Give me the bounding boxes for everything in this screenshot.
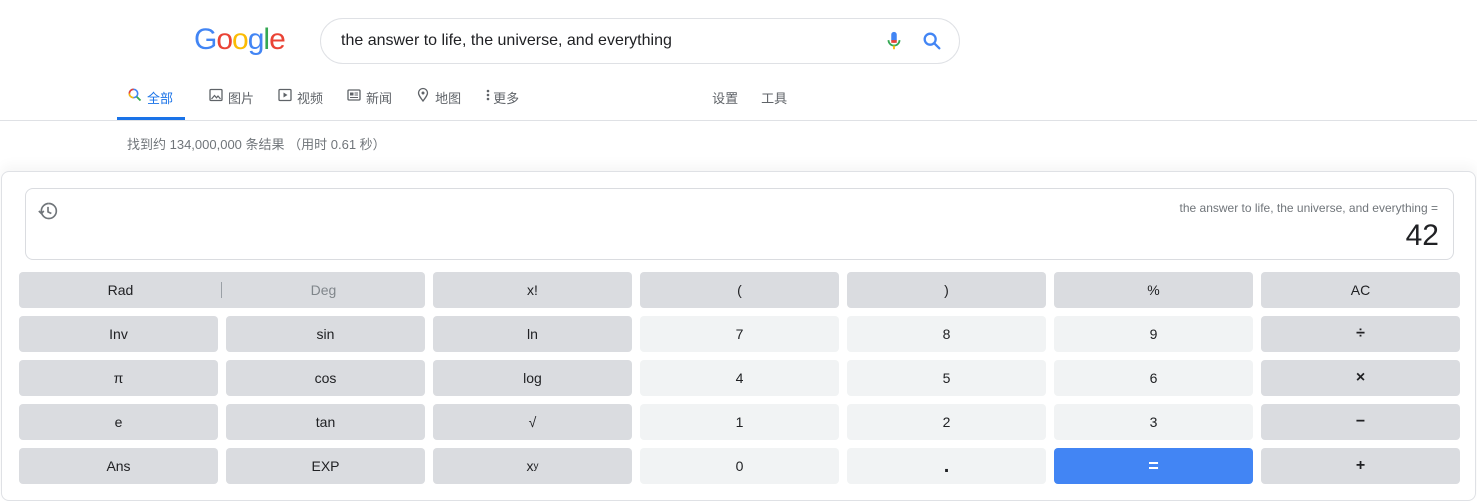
angle-mode-toggle: Rad Deg (19, 272, 425, 308)
ln-key[interactable]: ln (433, 316, 632, 352)
minus-key[interactable]: − (1261, 404, 1460, 440)
cos-key[interactable]: cos (226, 360, 425, 396)
calculator-result: 42 (1405, 219, 1439, 252)
decimal-point-key[interactable]: . (847, 448, 1046, 484)
tab-tools[interactable]: 工具 (761, 82, 787, 118)
mic-icon[interactable] (883, 30, 905, 52)
tab-all[interactable]: 全部 (117, 82, 186, 120)
search-icon[interactable] (921, 30, 943, 52)
logo-letter: o (216, 23, 233, 56)
video-icon (278, 88, 292, 102)
calculator-card: the answer to life, the universe, and ev… (1, 171, 1476, 501)
tab-images[interactable]: 图片 (208, 82, 254, 118)
digit-7-key[interactable]: 7 (640, 316, 839, 352)
calculator-expression: the answer to life, the universe, and ev… (1179, 201, 1439, 215)
tab-videos[interactable]: 视频 (277, 82, 323, 118)
answer-key[interactable]: Ans (19, 448, 218, 484)
left-paren-key[interactable]: ( (640, 272, 839, 308)
power-key[interactable]: xy (433, 448, 632, 484)
tab-more[interactable]: 更多 (484, 82, 519, 118)
all-clear-key[interactable]: AC (1261, 272, 1460, 308)
history-icon[interactable] (38, 201, 58, 221)
digit-9-key[interactable]: 9 (1054, 316, 1253, 352)
plus-key[interactable]: + (1261, 448, 1460, 484)
logo-letter: e (269, 23, 286, 56)
digit-0-key[interactable]: 0 (640, 448, 839, 484)
pi-key[interactable]: π (19, 360, 218, 396)
e-key[interactable]: e (19, 404, 218, 440)
search-box (320, 18, 960, 64)
digit-5-key[interactable]: 5 (847, 360, 1046, 396)
digit-4-key[interactable]: 4 (640, 360, 839, 396)
tab-label: 设置 (712, 91, 739, 106)
digit-3-key[interactable]: 3 (1054, 404, 1253, 440)
logo-letter: g (247, 23, 265, 56)
equals-key[interactable]: = (1054, 448, 1253, 484)
more-vert-icon (486, 89, 490, 101)
exp-key[interactable]: EXP (226, 448, 425, 484)
google-logo[interactable]: Google (194, 20, 286, 60)
log-key[interactable]: log (433, 360, 632, 396)
tab-label: 更多 (493, 91, 520, 106)
digit-1-key[interactable]: 1 (640, 404, 839, 440)
deg-button[interactable]: Deg (222, 272, 425, 308)
factorial-key[interactable]: x! (433, 272, 632, 308)
tab-label: 工具 (761, 91, 788, 106)
tab-label: 全部 (147, 91, 174, 106)
search-input[interactable] (341, 19, 861, 63)
calculator-display: the answer to life, the universe, and ev… (25, 188, 1454, 260)
logo-letter: o (232, 23, 249, 56)
right-paren-key[interactable]: ) (847, 272, 1046, 308)
logo-letter: G (194, 23, 217, 56)
news-icon (347, 89, 361, 101)
power-base: x (526, 458, 534, 474)
tab-settings[interactable]: 设置 (712, 82, 738, 118)
search-icon (128, 88, 142, 102)
tab-maps[interactable]: 地图 (415, 82, 461, 118)
tab-label: 视频 (297, 91, 324, 106)
inverse-key[interactable]: Inv (19, 316, 218, 352)
map-pin-icon (417, 87, 429, 103)
power-exponent: y (533, 460, 539, 472)
multiply-key[interactable]: × (1261, 360, 1460, 396)
divide-key[interactable]: ÷ (1261, 316, 1460, 352)
digit-8-key[interactable]: 8 (847, 316, 1046, 352)
tab-news[interactable]: 新闻 (346, 82, 392, 118)
rad-button[interactable]: Rad (19, 272, 222, 308)
tab-label: 图片 (228, 91, 255, 106)
image-icon (209, 88, 223, 102)
tab-label: 地图 (435, 91, 462, 106)
result-stats: 找到约 134,000,000 条结果 （用时 0.61 秒） (127, 137, 386, 152)
search-tabs: 全部 图片 视频 新闻 地图 更多 设置 工具 (117, 82, 810, 120)
tab-label: 新闻 (366, 91, 393, 106)
tan-key[interactable]: tan (226, 404, 425, 440)
top-bar: Google 全部 (0, 0, 1477, 121)
sin-key[interactable]: sin (226, 316, 425, 352)
sqrt-key[interactable]: √ (433, 404, 632, 440)
digit-6-key[interactable]: 6 (1054, 360, 1253, 396)
digit-2-key[interactable]: 2 (847, 404, 1046, 440)
percent-key[interactable]: % (1054, 272, 1253, 308)
